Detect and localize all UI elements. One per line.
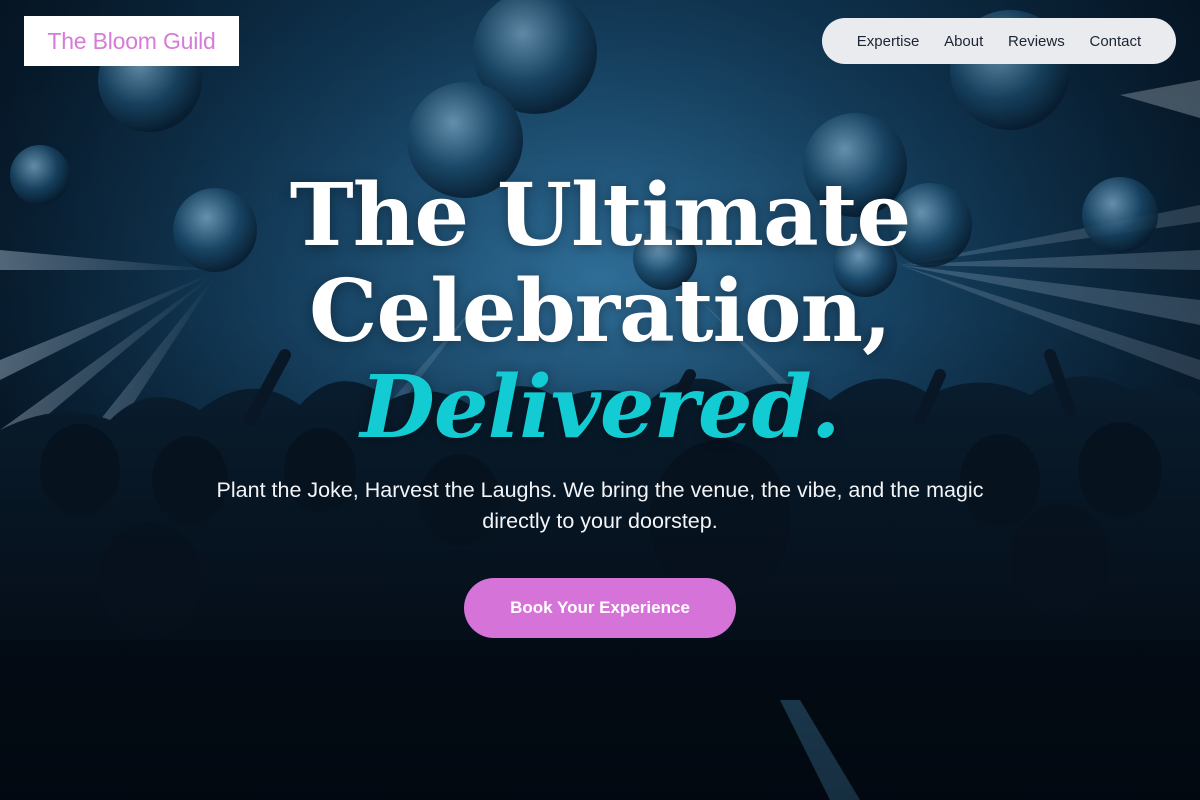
headline-accent: Delivered. — [360, 357, 840, 458]
brand-logo[interactable]: The Bloom Guild — [24, 16, 239, 66]
nav-link-about[interactable]: About — [944, 33, 983, 50]
hero-section: The Bloom Guild Expertise About Reviews … — [0, 0, 1200, 800]
book-experience-button[interactable]: Book Your Experience — [464, 578, 736, 638]
nav-link-expertise[interactable]: Expertise — [857, 33, 920, 50]
headline-line-2: Celebration, — [309, 261, 892, 362]
headline-line-1: The Ultimate — [289, 165, 911, 266]
brand-name: The Bloom Guild — [47, 27, 216, 54]
hero-subtitle: Plant the Joke, Harvest the Laughs. We b… — [216, 478, 984, 533]
nav-link-reviews[interactable]: Reviews — [1008, 33, 1065, 50]
hero-headline: The Ultimate Celebration, Delivered. — [0, 168, 1200, 456]
main-nav: Expertise About Reviews Contact — [822, 18, 1176, 64]
nav-link-contact[interactable]: Contact — [1089, 33, 1141, 50]
